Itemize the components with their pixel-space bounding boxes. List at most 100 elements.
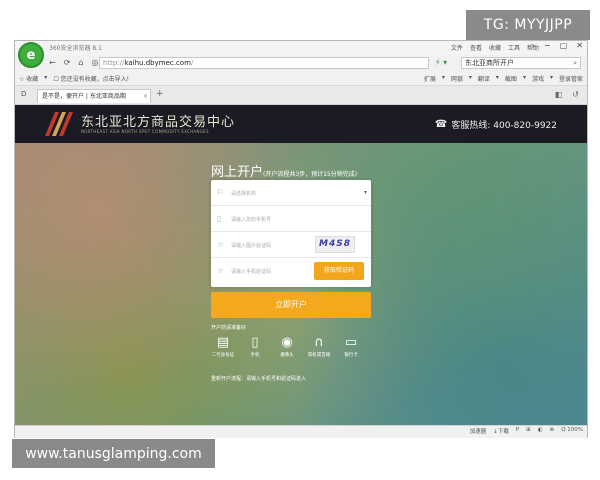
home-icon[interactable]: ⌂ <box>78 58 83 67</box>
hotline-text: 客服热线: 400-820-9922 <box>451 121 557 131</box>
tool-games[interactable]: 游戏 <box>532 74 544 83</box>
chevron-icon[interactable]: › <box>532 41 535 50</box>
tool-banking[interactable]: 网银 <box>451 74 463 83</box>
theme-icon[interactable]: ◐ <box>538 427 543 435</box>
doc-phone: ▯ 手机 <box>243 335 267 358</box>
signup-form: ⚐ 请选择机构 ▾ ▯ 请输入您的手机号 ☆ 请输入图片验证码 M4S8 ☆ 请… <box>211 180 371 287</box>
tab-title: 是不是，便开户 | 东北亚商品期 <box>42 93 126 100</box>
tool-login-manager[interactable]: 登录管家 <box>559 74 583 83</box>
tool-translate[interactable]: 翻译 <box>478 74 490 83</box>
form-title: 网上开户(开户流程共3步，预计15分钟完成) <box>211 161 357 180</box>
site-subtitle: NORTHEAST ASIA NORTH SPOT COMMODITY EXCH… <box>81 129 209 134</box>
phone-field[interactable]: ▯ 请输入您的手机号 <box>211 206 371 232</box>
tool-translate-dropdown-icon[interactable]: ▾ <box>496 74 499 83</box>
docs-title: 开户前请准备好 <box>211 325 247 331</box>
window-controls: › − ▢ ✕ <box>532 41 583 50</box>
doc-camera: ◉ 摄像头 <box>275 335 299 358</box>
bank-card-icon: ▭ <box>344 335 358 350</box>
nav-buttons: ← ⟳ ⌂ ◎ <box>49 58 98 67</box>
doc-label: 二代身份证 <box>211 353 235 358</box>
site-header: 东北亚北方商品交易中心 NORTHEAST ASIA NORTH SPOT CO… <box>15 105 587 143</box>
import-favorites-link[interactable]: ☐ 您还没有收藏，点击导入! <box>53 74 129 83</box>
form-title-text: 网上开户 <box>211 165 264 180</box>
menu-favorites[interactable]: 收藏 <box>489 43 501 52</box>
accelerator-item[interactable]: 加速器 <box>470 427 487 435</box>
url-suffix: / <box>190 59 194 67</box>
phone-placeholder: 请输入您的手机号 <box>231 217 272 223</box>
tool-games-dropdown-icon[interactable]: ▾ <box>550 74 553 83</box>
search-icon[interactable]: ⌕ <box>573 58 577 69</box>
tab-tools: ◧ ↺ <box>555 90 579 99</box>
institution-placeholder: 请选择机构 <box>231 191 257 197</box>
site-logo-icon[interactable] <box>43 110 75 138</box>
address-bar: ← ⟳ ⌂ ◎ http://kaihu.dbymec.com/ ⚡ ▾ 东北亚… <box>15 56 587 71</box>
favorites-bar: ☆ 收藏 ▾ ☐ 您还没有收藏，点击导入! 扩展 ▾ 网银 ▾ 翻译 ▾ 截图 … <box>15 72 587 86</box>
image-captcha-field[interactable]: ☆ 请输入图片验证码 M4S8 <box>211 232 371 258</box>
tab-close-icon[interactable]: × <box>143 90 148 103</box>
tool-screenshot[interactable]: 截图 <box>505 74 517 83</box>
site-title: 东北亚北方商品交易中心 <box>81 115 236 130</box>
tab-list-icon[interactable]: ◧ <box>555 90 563 99</box>
url-input[interactable]: http://kaihu.dbymec.com/ <box>99 57 429 69</box>
captcha-placeholder: 请输入图片验证码 <box>231 243 272 249</box>
favorites-button[interactable]: ☆ 收藏 <box>19 74 38 83</box>
sms-code-field[interactable]: ☆ 请输入手机验证码 获取验证码 <box>211 258 371 284</box>
menu-tools[interactable]: 工具 <box>508 43 520 52</box>
tool-extensions[interactable]: 扩展 <box>424 74 436 83</box>
id-card-icon: ▤ <box>216 335 230 350</box>
minimize-icon[interactable]: − <box>544 41 551 50</box>
hotline: ☎ 客服热线: 400-820-9922 <box>435 118 557 131</box>
speed-mode-icon[interactable]: ⚡ ▾ <box>435 58 447 67</box>
captcha-image[interactable]: M4S8 <box>315 236 355 253</box>
webcam-icon: ◉ <box>281 335 293 350</box>
doc-label: 摄像头 <box>280 353 294 358</box>
menu-file[interactable]: 文件 <box>451 43 463 52</box>
star-icon: ☆ <box>217 266 225 275</box>
get-code-button[interactable]: 获取验证码 <box>314 262 364 280</box>
title-bar: e 360安全浏览器 8.1 文件 查看 收藏 工具 帮助 › − ▢ ✕ <box>15 41 587 68</box>
doc-bank-card: ▭ 银行卡 <box>339 335 363 358</box>
menu-bar: 文件 查看 收藏 工具 帮助 <box>451 43 539 52</box>
institution-select[interactable]: ⚐ 请选择机构 ▾ <box>211 180 371 206</box>
doc-label: 银行卡 <box>344 353 358 358</box>
tool-banking-dropdown-icon[interactable]: ▾ <box>469 74 472 83</box>
undo-close-icon[interactable]: ↺ <box>572 90 579 99</box>
search-input[interactable]: 东北亚商所开户 ⌕ <box>461 57 581 69</box>
sidebar-toggle-icon[interactable]: D <box>21 90 26 98</box>
tab-bar: D 是不是，便开户 | 东北亚商品期 × + ◧ ↺ <box>15 86 587 105</box>
doc-id-card: ▤ 二代身份证 <box>211 335 235 358</box>
reopen-note: 重新开户流程：请输入手机号和验证码进入 <box>211 376 307 382</box>
chevron-down-icon[interactable]: ▾ <box>364 189 367 196</box>
download-item[interactable]: ↓下载 <box>493 427 509 435</box>
headphones-icon: ∩ <box>314 335 324 350</box>
url-domain: kaihu.dbymec.com <box>124 59 191 67</box>
close-icon[interactable]: ✕ <box>576 41 583 50</box>
doc-label: 手机 <box>250 353 260 358</box>
page-viewport: 东北亚北方商品交易中心 NORTHEAST ASIA NORTH SPOT CO… <box>15 105 587 425</box>
menu-view[interactable]: 查看 <box>470 43 482 52</box>
back-icon[interactable]: ← <box>49 58 56 67</box>
form-hint: (开户流程共3步，预计15分钟完成) <box>263 171 358 178</box>
required-docs: ▤ 二代身份证 ▯ 手机 ◉ 摄像头 ∩ 耳机或音箱 ▭ 银行卡 <box>211 335 363 358</box>
pin-item[interactable]: P <box>516 427 519 435</box>
url-prefix: http:// <box>103 59 125 67</box>
globe-icon[interactable]: ⊕ <box>550 427 555 435</box>
tool-screenshot-dropdown-icon[interactable]: ▾ <box>523 74 526 83</box>
grid-icon[interactable]: ⊞ <box>526 427 531 435</box>
mobile-icon: ▯ <box>217 214 222 223</box>
zoom-level[interactable]: Q 100% <box>561 427 583 435</box>
status-bar: 加速器 ↓下载 P ⊞ ◐ ⊕ Q 100% <box>15 425 587 438</box>
maximize-icon[interactable]: ▢ <box>560 41 568 50</box>
favorites-dropdown-icon[interactable]: ▾ <box>44 74 47 83</box>
favorites-left: ☆ 收藏 ▾ ☐ 您还没有收藏，点击导入! <box>19 74 129 83</box>
status-items: 加速器 ↓下载 P ⊞ ◐ ⊕ Q 100% <box>470 427 583 435</box>
refresh-icon[interactable]: ⟳ <box>64 58 71 67</box>
security-icon[interactable]: ◎ <box>91 58 98 67</box>
open-account-button[interactable]: 立即开户 <box>211 292 371 318</box>
sms-placeholder: 请输入手机验证码 <box>231 269 272 275</box>
tab-active[interactable]: 是不是，便开户 | 东北亚商品期 × <box>37 89 151 103</box>
new-tab-icon[interactable]: + <box>156 89 164 99</box>
tool-extensions-dropdown-icon[interactable]: ▾ <box>442 74 445 83</box>
browser-name: 360安全浏览器 8.1 <box>49 45 102 52</box>
doc-label: 耳机或音箱 <box>307 353 331 358</box>
